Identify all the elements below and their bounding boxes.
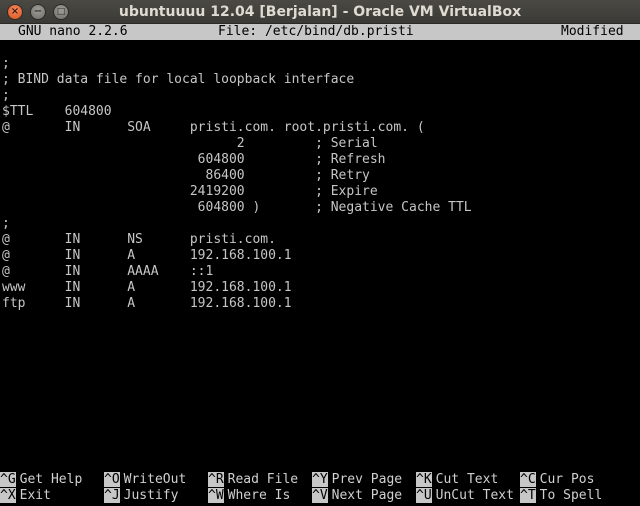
shortcut-label: Justify xyxy=(123,488,179,503)
shortcut-where-is[interactable]: ^W Where Is xyxy=(208,488,290,504)
shortcut-label: UnCut Text xyxy=(435,488,514,503)
shortcut-label: Read File xyxy=(227,472,299,487)
shortcut-to-spell[interactable]: ^T To Spell xyxy=(520,488,602,504)
shortcut-label: Exit xyxy=(19,488,51,503)
shortcut-prev-page[interactable]: ^Y Prev Page xyxy=(312,472,402,488)
shortcut-key: ^R xyxy=(208,472,224,487)
file-line: 2419200 ; Expire xyxy=(2,184,378,199)
shortcut-label: Where Is xyxy=(227,488,291,503)
shortcut-label: Next Page xyxy=(331,488,403,503)
file-line: @ IN SOA pristi.com. root.pristi.com. ( xyxy=(2,120,425,135)
shortcut-key: ^K xyxy=(416,472,432,487)
shortcut-key: ^T xyxy=(520,488,536,503)
shortcut-exit[interactable]: ^X Exit xyxy=(0,488,51,504)
shortcut-key: ^O xyxy=(104,472,120,487)
nano-modified-status: Modified xyxy=(561,24,624,39)
file-line: ; BIND data file for local loopback inte… xyxy=(2,72,355,87)
shortcut-key: ^U xyxy=(416,488,432,503)
file-line: 86400 ; Retry xyxy=(2,168,370,183)
nano-header-bar: GNU nano 2.2.6 File: /etc/bind/db.pristi… xyxy=(0,24,640,40)
window-title: ubuntuuuu 12.04 [Berjalan] - Oracle VM V… xyxy=(118,4,522,20)
shortcut-next-page[interactable]: ^V Next Page xyxy=(312,488,402,504)
window-titlebar: × − □ ubuntuuuu 12.04 [Berjalan] - Oracl… xyxy=(0,0,640,24)
nano-version: GNU nano 2.2.6 xyxy=(18,24,128,39)
shortcut-label: Cur Pos xyxy=(539,472,595,487)
shortcut-cut-text[interactable]: ^K Cut Text xyxy=(416,472,498,488)
file-line: ftp IN A 192.168.100.1 xyxy=(2,296,292,311)
shortcut-label: WriteOut xyxy=(123,472,187,487)
file-line: @ IN A 192.168.100.1 xyxy=(2,248,292,263)
shortcut-key: ^X xyxy=(0,488,16,503)
shortcut-get-help[interactable]: ^G Get Help xyxy=(0,472,82,488)
shortcut-justify[interactable]: ^J Justify xyxy=(104,488,178,504)
file-line: 604800 ) ; Negative Cache TTL xyxy=(2,200,472,215)
file-line: ; xyxy=(2,56,10,71)
file-line: ; xyxy=(2,88,10,103)
shortcut-writeout[interactable]: ^O WriteOut xyxy=(104,472,186,488)
file-line: www IN A 192.168.100.1 xyxy=(2,280,292,295)
shortcut-key: ^Y xyxy=(312,472,328,487)
file-line: 2 ; Serial xyxy=(2,136,378,151)
nano-shortcut-bar: ^G Get Help ^O WriteOut ^R Read File ^Y Prev… xyxy=(0,472,640,506)
shortcut-read-file[interactable]: ^R Read File xyxy=(208,472,298,488)
terminal-area[interactable]: GNU nano 2.2.6 File: /etc/bind/db.pristi… xyxy=(0,24,640,506)
shortcut-cur-pos[interactable]: ^C Cur Pos xyxy=(520,472,594,488)
file-line: $TTL 604800 xyxy=(2,104,112,119)
file-line: @ IN NS pristi.com. xyxy=(2,232,276,247)
shortcut-key: ^G xyxy=(0,472,16,487)
file-line: ; xyxy=(2,216,10,231)
shortcut-label: Get Help xyxy=(19,472,83,487)
shortcut-key: ^J xyxy=(104,488,120,503)
shortcut-uncut-text[interactable]: ^U UnCut Text xyxy=(416,488,514,504)
shortcut-label: To Spell xyxy=(539,488,603,503)
file-line: 604800 ; Refresh xyxy=(2,152,386,167)
shortcut-label: Prev Page xyxy=(331,472,403,487)
file-line: @ IN AAAA ::1 xyxy=(2,264,214,279)
shortcut-key: ^V xyxy=(312,488,328,503)
shortcut-key: ^C xyxy=(520,472,536,487)
shortcut-label: Cut Text xyxy=(435,472,499,487)
shortcut-key: ^W xyxy=(208,488,224,503)
nano-filename: File: /etc/bind/db.pristi xyxy=(218,24,414,39)
